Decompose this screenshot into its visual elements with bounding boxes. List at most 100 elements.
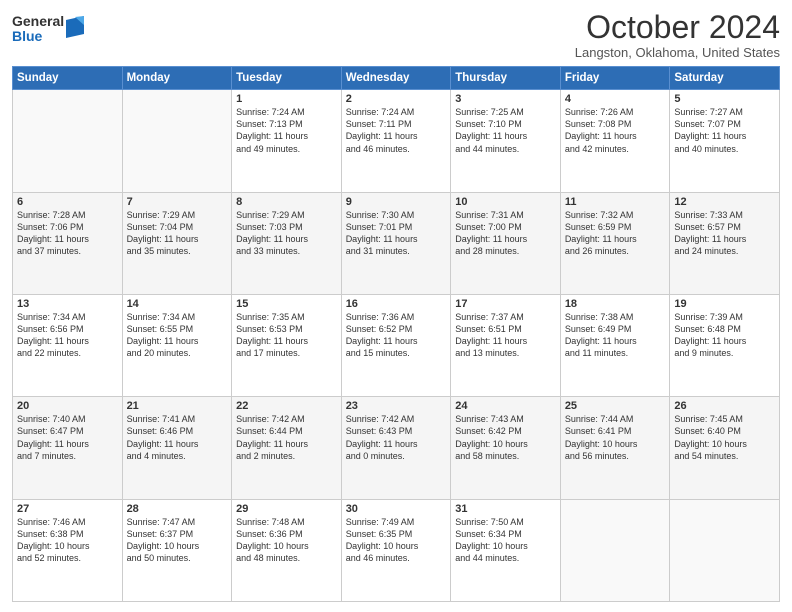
day-number: 3 [455, 93, 556, 105]
day-info: Sunrise: 7:44 AM Sunset: 6:41 PM Dayligh… [565, 413, 666, 462]
table-row: 17Sunrise: 7:37 AM Sunset: 6:51 PM Dayli… [451, 294, 561, 396]
calendar-table: Sunday Monday Tuesday Wednesday Thursday… [12, 66, 780, 602]
table-row [670, 499, 780, 601]
table-row: 18Sunrise: 7:38 AM Sunset: 6:49 PM Dayli… [560, 294, 670, 396]
table-row: 31Sunrise: 7:50 AM Sunset: 6:34 PM Dayli… [451, 499, 561, 601]
day-info: Sunrise: 7:40 AM Sunset: 6:47 PM Dayligh… [17, 413, 118, 462]
table-row: 11Sunrise: 7:32 AM Sunset: 6:59 PM Dayli… [560, 192, 670, 294]
table-row: 21Sunrise: 7:41 AM Sunset: 6:46 PM Dayli… [122, 397, 232, 499]
logo-general: General [12, 14, 64, 29]
table-row: 22Sunrise: 7:42 AM Sunset: 6:44 PM Dayli… [232, 397, 342, 499]
day-number: 19 [674, 298, 775, 310]
table-row: 9Sunrise: 7:30 AM Sunset: 7:01 PM Daylig… [341, 192, 451, 294]
day-number: 7 [127, 196, 228, 208]
day-number: 25 [565, 400, 666, 412]
table-row: 12Sunrise: 7:33 AM Sunset: 6:57 PM Dayli… [670, 192, 780, 294]
table-row: 14Sunrise: 7:34 AM Sunset: 6:55 PM Dayli… [122, 294, 232, 396]
logo: General Blue [12, 14, 84, 45]
header-wednesday: Wednesday [341, 67, 451, 90]
day-number: 4 [565, 93, 666, 105]
day-info: Sunrise: 7:30 AM Sunset: 7:01 PM Dayligh… [346, 209, 447, 258]
day-info: Sunrise: 7:43 AM Sunset: 6:42 PM Dayligh… [455, 413, 556, 462]
table-row: 7Sunrise: 7:29 AM Sunset: 7:04 PM Daylig… [122, 192, 232, 294]
table-row: 16Sunrise: 7:36 AM Sunset: 6:52 PM Dayli… [341, 294, 451, 396]
table-row [13, 90, 123, 192]
table-row: 30Sunrise: 7:49 AM Sunset: 6:35 PM Dayli… [341, 499, 451, 601]
header-sunday: Sunday [13, 67, 123, 90]
table-row [560, 499, 670, 601]
day-info: Sunrise: 7:41 AM Sunset: 6:46 PM Dayligh… [127, 413, 228, 462]
day-info: Sunrise: 7:50 AM Sunset: 6:34 PM Dayligh… [455, 516, 556, 565]
day-info: Sunrise: 7:36 AM Sunset: 6:52 PM Dayligh… [346, 311, 447, 360]
day-info: Sunrise: 7:47 AM Sunset: 6:37 PM Dayligh… [127, 516, 228, 565]
day-number: 27 [17, 503, 118, 515]
table-row: 23Sunrise: 7:42 AM Sunset: 6:43 PM Dayli… [341, 397, 451, 499]
calendar-week-row: 27Sunrise: 7:46 AM Sunset: 6:38 PM Dayli… [13, 499, 780, 601]
day-info: Sunrise: 7:42 AM Sunset: 6:44 PM Dayligh… [236, 413, 337, 462]
header: General Blue October 2024 Langston, Okla… [12, 10, 780, 60]
day-number: 30 [346, 503, 447, 515]
day-info: Sunrise: 7:29 AM Sunset: 7:04 PM Dayligh… [127, 209, 228, 258]
table-row: 8Sunrise: 7:29 AM Sunset: 7:03 PM Daylig… [232, 192, 342, 294]
day-info: Sunrise: 7:29 AM Sunset: 7:03 PM Dayligh… [236, 209, 337, 258]
day-number: 21 [127, 400, 228, 412]
day-info: Sunrise: 7:25 AM Sunset: 7:10 PM Dayligh… [455, 106, 556, 155]
day-number: 9 [346, 196, 447, 208]
day-number: 10 [455, 196, 556, 208]
day-number: 28 [127, 503, 228, 515]
calendar-week-row: 20Sunrise: 7:40 AM Sunset: 6:47 PM Dayli… [13, 397, 780, 499]
table-row [122, 90, 232, 192]
day-number: 14 [127, 298, 228, 310]
table-row: 29Sunrise: 7:48 AM Sunset: 6:36 PM Dayli… [232, 499, 342, 601]
header-friday: Friday [560, 67, 670, 90]
day-number: 15 [236, 298, 337, 310]
header-monday: Monday [122, 67, 232, 90]
day-info: Sunrise: 7:33 AM Sunset: 6:57 PM Dayligh… [674, 209, 775, 258]
table-row: 1Sunrise: 7:24 AM Sunset: 7:13 PM Daylig… [232, 90, 342, 192]
table-row: 25Sunrise: 7:44 AM Sunset: 6:41 PM Dayli… [560, 397, 670, 499]
day-info: Sunrise: 7:32 AM Sunset: 6:59 PM Dayligh… [565, 209, 666, 258]
day-number: 12 [674, 196, 775, 208]
day-info: Sunrise: 7:24 AM Sunset: 7:11 PM Dayligh… [346, 106, 447, 155]
table-row: 5Sunrise: 7:27 AM Sunset: 7:07 PM Daylig… [670, 90, 780, 192]
logo-icon [66, 16, 84, 38]
day-info: Sunrise: 7:38 AM Sunset: 6:49 PM Dayligh… [565, 311, 666, 360]
logo-blue: Blue [12, 29, 64, 44]
day-info: Sunrise: 7:31 AM Sunset: 7:00 PM Dayligh… [455, 209, 556, 258]
day-info: Sunrise: 7:28 AM Sunset: 7:06 PM Dayligh… [17, 209, 118, 258]
day-number: 5 [674, 93, 775, 105]
table-row: 19Sunrise: 7:39 AM Sunset: 6:48 PM Dayli… [670, 294, 780, 396]
header-saturday: Saturday [670, 67, 780, 90]
day-number: 23 [346, 400, 447, 412]
calendar-week-row: 1Sunrise: 7:24 AM Sunset: 7:13 PM Daylig… [13, 90, 780, 192]
month-title: October 2024 [575, 10, 780, 45]
table-row: 4Sunrise: 7:26 AM Sunset: 7:08 PM Daylig… [560, 90, 670, 192]
table-row: 24Sunrise: 7:43 AM Sunset: 6:42 PM Dayli… [451, 397, 561, 499]
day-number: 18 [565, 298, 666, 310]
table-row: 10Sunrise: 7:31 AM Sunset: 7:00 PM Dayli… [451, 192, 561, 294]
day-info: Sunrise: 7:42 AM Sunset: 6:43 PM Dayligh… [346, 413, 447, 462]
calendar-week-row: 6Sunrise: 7:28 AM Sunset: 7:06 PM Daylig… [13, 192, 780, 294]
table-row: 28Sunrise: 7:47 AM Sunset: 6:37 PM Dayli… [122, 499, 232, 601]
table-row: 2Sunrise: 7:24 AM Sunset: 7:11 PM Daylig… [341, 90, 451, 192]
day-info: Sunrise: 7:27 AM Sunset: 7:07 PM Dayligh… [674, 106, 775, 155]
day-info: Sunrise: 7:46 AM Sunset: 6:38 PM Dayligh… [17, 516, 118, 565]
table-row: 20Sunrise: 7:40 AM Sunset: 6:47 PM Dayli… [13, 397, 123, 499]
calendar-header-row: Sunday Monday Tuesday Wednesday Thursday… [13, 67, 780, 90]
day-number: 11 [565, 196, 666, 208]
day-number: 17 [455, 298, 556, 310]
day-number: 22 [236, 400, 337, 412]
day-info: Sunrise: 7:45 AM Sunset: 6:40 PM Dayligh… [674, 413, 775, 462]
day-info: Sunrise: 7:35 AM Sunset: 6:53 PM Dayligh… [236, 311, 337, 360]
day-number: 24 [455, 400, 556, 412]
day-number: 16 [346, 298, 447, 310]
day-number: 6 [17, 196, 118, 208]
day-info: Sunrise: 7:34 AM Sunset: 6:55 PM Dayligh… [127, 311, 228, 360]
table-row: 13Sunrise: 7:34 AM Sunset: 6:56 PM Dayli… [13, 294, 123, 396]
table-row: 15Sunrise: 7:35 AM Sunset: 6:53 PM Dayli… [232, 294, 342, 396]
table-row: 3Sunrise: 7:25 AM Sunset: 7:10 PM Daylig… [451, 90, 561, 192]
page: General Blue October 2024 Langston, Okla… [0, 0, 792, 612]
title-block: October 2024 Langston, Oklahoma, United … [575, 10, 780, 60]
location: Langston, Oklahoma, United States [575, 45, 780, 60]
table-row: 27Sunrise: 7:46 AM Sunset: 6:38 PM Dayli… [13, 499, 123, 601]
